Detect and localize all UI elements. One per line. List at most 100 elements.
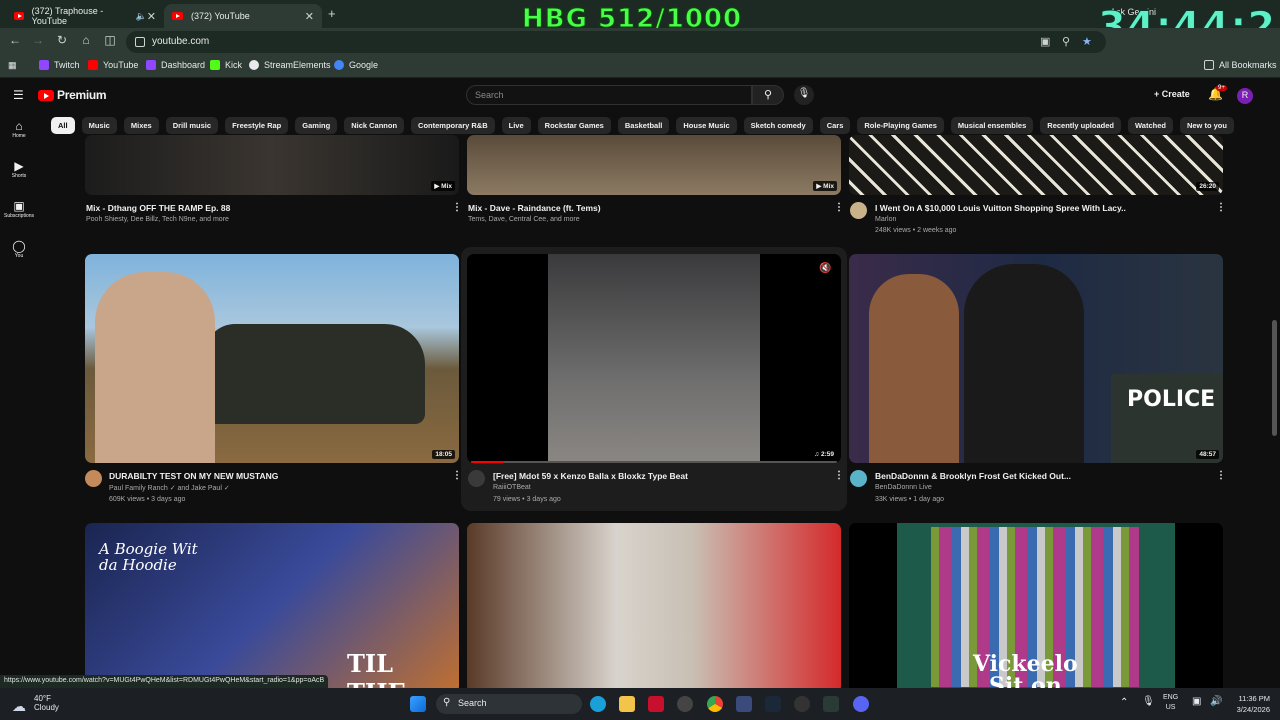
search-input[interactable]: Search [466, 85, 752, 105]
more-actions-icon[interactable]: ⋮ [452, 202, 462, 213]
new-tab-button[interactable]: + [328, 6, 336, 21]
mic-icon[interactable]: 🎙 [1142, 696, 1155, 707]
weather-widget[interactable]: ☁ 40°F Cloudy [12, 694, 59, 714]
bookmark-dashboard[interactable]: Dashboard [146, 60, 205, 70]
home-icon[interactable]: ⌂ [77, 33, 95, 47]
install-app-icon[interactable]: ▣ [1040, 35, 1050, 48]
video-thumbnail[interactable]: 26:20 [849, 135, 1223, 195]
chrome-icon[interactable] [707, 696, 723, 712]
discord-icon[interactable] [853, 696, 869, 712]
channel-name[interactable]: Marlon [875, 216, 896, 223]
more-actions-icon[interactable]: ⋮ [834, 470, 844, 481]
all-bookmarks[interactable]: All Bookmarks [1204, 60, 1277, 70]
system-clock[interactable]: 11:36 PM 3/24/2026 [1228, 693, 1270, 715]
back-arrow-icon[interactable]: ← [6, 33, 24, 47]
file-explorer-icon[interactable] [619, 696, 635, 712]
filter-chip[interactable]: Musical ensembles [950, 117, 1034, 134]
filter-chip[interactable]: Cars [819, 117, 851, 134]
speaker-icon[interactable]: 🔈 [136, 11, 147, 22]
video-title[interactable]: Mix - Dthang OFF THE RAMP Ep. 88 [86, 203, 230, 213]
video-thumbnail[interactable]: ▶ Mix [85, 135, 459, 195]
filter-chip[interactable]: Live [501, 117, 531, 134]
filter-chip[interactable]: Role-Playing Games [857, 117, 944, 134]
volume-icon[interactable]: 🔊 [1210, 696, 1222, 707]
video-title[interactable]: Mix - Dave - Raindance (ft. Tems) [468, 203, 601, 213]
voice-search-button[interactable]: 🎙 [794, 85, 814, 105]
filter-chip[interactable]: Mixes [123, 117, 159, 134]
apps-grid-icon[interactable]: ▦ [8, 60, 17, 71]
taskbar-search[interactable]: ⚲ Search [436, 694, 582, 714]
site-info-icon[interactable] [135, 37, 145, 47]
edge-icon[interactable] [590, 696, 606, 712]
4k-app-icon[interactable] [794, 696, 810, 712]
video-thumbnail[interactable]: ▶ Mix [467, 135, 841, 195]
adobe-icon[interactable] [648, 696, 664, 712]
guide-home[interactable]: ⌂ Home [0, 119, 38, 159]
filter-chip[interactable]: Drill music [165, 117, 219, 134]
youtube-logo[interactable]: Premium [38, 88, 107, 102]
filter-chip[interactable]: House Music [676, 117, 737, 134]
network-icon[interactable]: ▣ [1192, 696, 1201, 707]
windows-start-icon[interactable] [410, 696, 426, 712]
filter-chip[interactable]: Freestyle Rap [225, 117, 289, 134]
tab-youtube[interactable]: (372) YouTube ✕ [164, 4, 322, 28]
bookmark-streamelements[interactable]: StreamElements [249, 60, 331, 70]
tab-close-icon[interactable]: ✕ [147, 10, 156, 23]
filter-chip[interactable]: Nick Cannon [344, 117, 405, 134]
guide-you[interactable]: ◯ You [0, 239, 38, 279]
filter-chip[interactable]: Sketch comedy [743, 117, 813, 134]
channel-name[interactable]: RaiiiOTBeat [493, 484, 531, 491]
guide-shorts[interactable]: ▶ Shorts [0, 159, 38, 199]
split-view-icon[interactable]: ◫ [101, 33, 119, 47]
avatar[interactable] [850, 202, 867, 219]
video-preview-player[interactable]: 🔇 ♫ 2:59 [467, 254, 841, 463]
reload-icon[interactable]: ↻ [53, 33, 71, 47]
tab-traphouse[interactable]: (372) Traphouse - YouTube 🔈 ✕ [6, 4, 164, 28]
mute-icon[interactable]: 🔇 [819, 263, 831, 274]
more-actions-icon[interactable]: ⋮ [1216, 470, 1226, 481]
filter-chip[interactable]: Contemporary R&B [411, 117, 495, 134]
zoom-icon[interactable]: ⚲ [1062, 35, 1070, 48]
filter-chip[interactable]: Recently uploaded [1040, 117, 1121, 134]
channel-name[interactable]: BenDaDonnn Live [875, 484, 932, 491]
video-title[interactable]: DURABILTY TEST ON MY NEW MUSTANG [109, 471, 278, 481]
search-button[interactable]: ⚲ [752, 85, 784, 105]
avatar[interactable] [85, 470, 102, 487]
bookmark-youtube[interactable]: YouTube [88, 60, 138, 70]
menu-icon[interactable]: ☰ [13, 88, 24, 102]
more-actions-icon[interactable]: ⋮ [1216, 202, 1226, 213]
filter-chip[interactable]: Music [81, 117, 117, 134]
more-actions-icon[interactable]: ⋮ [452, 470, 462, 481]
video-thumbnail[interactable] [467, 523, 841, 688]
filter-chip[interactable]: Watched [1127, 117, 1173, 134]
tab-close-icon[interactable]: ✕ [305, 10, 314, 23]
filter-chip[interactable]: Gaming [295, 117, 338, 134]
more-actions-icon[interactable]: ⋮ [834, 202, 844, 213]
filter-chip[interactable]: New to you [1179, 117, 1234, 134]
address-bar[interactable]: youtube.com [126, 31, 1106, 53]
video-thumbnail[interactable]: POLICE 48:57 [849, 254, 1223, 463]
guide-subscriptions[interactable]: ▣ Subscriptions [0, 199, 38, 239]
create-button[interactable]: + Create [1154, 89, 1190, 99]
filter-chip[interactable]: Basketball [617, 117, 670, 134]
avatar[interactable] [468, 470, 485, 487]
bookmark-kick[interactable]: Kick [210, 60, 242, 70]
steam-icon[interactable] [765, 696, 781, 712]
bookmark-google[interactable]: Google [334, 60, 378, 70]
app-icon[interactable] [736, 696, 752, 712]
channel-name[interactable]: Paul Family Ranch ✓ and Jake Paul ✓ [109, 484, 230, 492]
language-indicator[interactable]: ENG US [1163, 693, 1178, 713]
filter-chip[interactable]: All [51, 117, 75, 134]
filter-chip[interactable]: Rockstar Games [537, 117, 611, 134]
video-thumbnail[interactable]: A Boogie Wit da Hoodie TIL THE [85, 523, 459, 688]
bookmark-star-icon[interactable]: ★ [1082, 35, 1092, 48]
bookmark-twitch[interactable]: Twitch [39, 60, 80, 70]
forward-arrow-icon[interactable]: → [29, 33, 47, 47]
obs-icon[interactable] [677, 696, 693, 712]
video-title[interactable]: [Free] Mdot 59 x Kenzo Balla x Bloxkz Ty… [493, 471, 688, 481]
video-thumbnail[interactable]: 18:05 [85, 254, 459, 463]
terminal-icon[interactable] [823, 696, 839, 712]
video-title[interactable]: BenDaDonnn & Brooklyn Frost Get Kicked O… [875, 471, 1071, 481]
chevron-up-icon[interactable]: ⌃ [1120, 697, 1128, 708]
account-avatar[interactable]: R [1237, 88, 1253, 104]
